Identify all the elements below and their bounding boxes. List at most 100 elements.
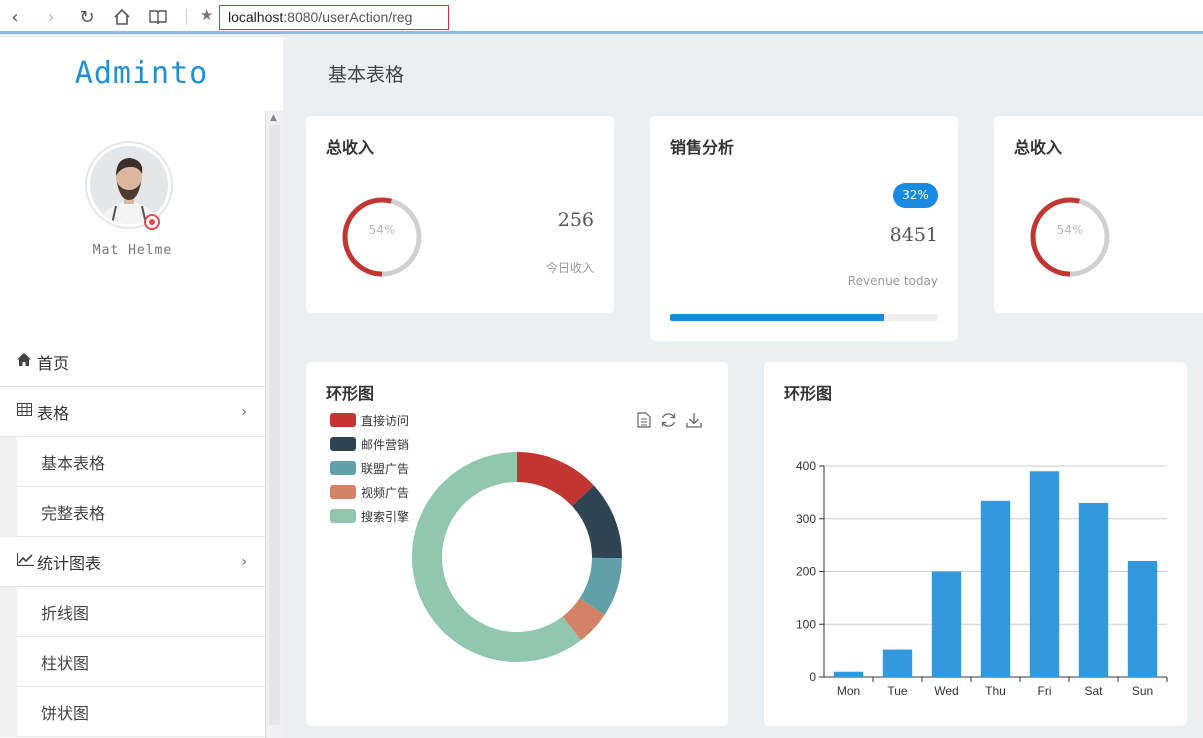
toolbar-divider — [186, 9, 187, 25]
download-icon[interactable] — [686, 412, 702, 433]
reading-view-icon[interactable] — [147, 6, 169, 28]
legend-label: 视频广告 — [361, 485, 410, 500]
ring-percent-label: 54% — [1056, 223, 1084, 237]
legend-swatch — [330, 509, 356, 523]
doughnut-chart — [412, 452, 622, 662]
avatar-image — [90, 146, 168, 224]
chart-legend: 直接访问邮件营销联盟广告视频广告搜索引擎 — [330, 408, 409, 528]
bar[interactable] — [1078, 502, 1109, 677]
bar[interactable] — [1029, 471, 1060, 677]
y-tick-label: 200 — [796, 565, 816, 579]
legend-swatch — [330, 461, 356, 475]
address-bar[interactable]: localhost:8080/userAction/reg — [219, 5, 449, 30]
sidebar-item-tables[interactable]: 表格 › — [0, 387, 265, 437]
avatar[interactable] — [85, 141, 173, 229]
x-tick-label: Wed — [934, 684, 958, 698]
income-caption: 今日收入 — [545, 261, 594, 275]
sales-progress-bar — [670, 314, 938, 321]
home-icon[interactable] — [111, 6, 133, 28]
income-progress-ring — [1030, 197, 1110, 277]
income-card-2: 总收入 54% — [994, 116, 1203, 313]
legend-label: 联盟广告 — [361, 461, 410, 476]
x-tick-label: Fri — [1038, 684, 1052, 698]
sidebar-item-label: 统计图表 — [37, 553, 102, 573]
bar[interactable] — [882, 649, 913, 677]
x-tick-label: Tue — [887, 684, 908, 698]
card-title: 总收入 — [326, 138, 375, 157]
url-path: :8080/userAction/reg — [283, 9, 413, 25]
sidebar-subitem-pie-chart[interactable]: 饼状图 — [17, 687, 265, 737]
home-icon — [17, 353, 35, 370]
legend-item[interactable]: 视频广告 — [330, 480, 409, 504]
sales-value: 8451 — [889, 224, 938, 246]
forward-icon[interactable]: › — [40, 6, 62, 28]
card-title: 总收入 — [1014, 138, 1063, 157]
sidebar-item-charts[interactable]: 统计图表 › — [0, 537, 265, 587]
favorite-star-icon[interactable]: ★ — [200, 6, 213, 24]
back-icon[interactable]: ‹ — [4, 6, 26, 28]
browser-toolbar: ‹ › ↻ ★ localhost:8080/userAction/reg — [0, 0, 1203, 34]
bar[interactable] — [931, 571, 962, 678]
table-icon — [17, 403, 35, 420]
card-title: 销售分析 — [670, 138, 735, 157]
url-host: localhost — [228, 9, 284, 25]
brand-logo[interactable]: Adminto — [0, 37, 283, 111]
sidebar-item-label: 表格 — [37, 403, 70, 423]
growth-badge: 32% — [893, 183, 938, 208]
legend-item[interactable]: 直接访问 — [330, 408, 409, 432]
refresh-icon[interactable] — [660, 412, 677, 433]
scroll-up-icon[interactable]: ▲ — [270, 113, 277, 123]
online-status-icon — [144, 214, 160, 230]
page-title: 基本表格 — [328, 64, 405, 86]
legend-label: 邮件营销 — [361, 437, 410, 452]
bar-chart: 0 100 200 300 400 Mon Tue Wed Thu Fri Sat Sun — [796, 459, 1168, 698]
legend-label: 直接访问 — [361, 413, 410, 428]
sales-caption: Revenue today — [847, 274, 938, 288]
sales-card: 销售分析 32% 8451 Revenue today — [650, 116, 958, 341]
legend-item[interactable]: 邮件营销 — [330, 432, 409, 456]
x-tick-label: Sun — [1132, 684, 1153, 698]
x-tick-label: Sat — [1084, 684, 1103, 698]
sidebar-subitem-basic-table[interactable]: 基本表格 — [17, 437, 265, 487]
line-chart-icon — [16, 553, 35, 570]
submenu-charts: 折线图 柱状图 饼状图 — [0, 587, 265, 737]
legend-swatch — [330, 485, 356, 499]
scrollbar-thumb[interactable] — [269, 125, 280, 725]
x-tick-label: Mon — [837, 684, 860, 698]
sidebar-item-label: 首页 — [37, 353, 70, 373]
bar-chart-card: 环形图 0 100 200 300 400 Mon Tue Wed Thu Fri Sat Sun — [764, 362, 1187, 726]
income-card: 总收入 54% 256 今日收入 — [306, 116, 614, 313]
sidebar-menu: 首页 表格 › 基本表格 完整表格 统计图表 › 折线图 柱状图 饼状图 — [0, 337, 265, 737]
sidebar-scroll-area: Mat Helme 首页 表格 › 基本表格 完整表格 统计图表 › 折线图 柱… — [0, 111, 283, 738]
bar[interactable] — [1127, 560, 1158, 677]
sidebar-subitem-full-table[interactable]: 完整表格 — [17, 487, 265, 537]
legend-label: 搜索引擎 — [361, 509, 410, 524]
y-tick-label: 100 — [796, 617, 816, 631]
sidebar-item-home[interactable]: 首页 — [0, 337, 265, 387]
y-tick-label: 0 — [809, 670, 816, 684]
bar[interactable] — [833, 671, 864, 677]
progress-fill — [670, 314, 885, 321]
chevron-right-icon: › — [241, 554, 247, 570]
bar[interactable] — [980, 500, 1011, 677]
data-view-icon[interactable] — [637, 412, 651, 433]
legend-swatch — [330, 437, 356, 451]
sidebar: Adminto Mat Helme 首页 表格 › 基本表格 完整表格 统计图表… — [0, 37, 283, 738]
y-tick-label: 400 — [796, 459, 816, 473]
chevron-right-icon: › — [241, 404, 247, 420]
legend-item[interactable]: 搜索引擎 — [330, 504, 409, 528]
sidebar-subitem-bar-chart[interactable]: 柱状图 — [17, 637, 265, 687]
legend-item[interactable]: 联盟广告 — [330, 456, 409, 480]
card-title: 环形图 — [326, 384, 375, 403]
sidebar-content: Mat Helme 首页 表格 › 基本表格 完整表格 统计图表 › 折线图 柱… — [0, 111, 265, 738]
reload-icon[interactable]: ↻ — [76, 6, 98, 28]
sidebar-subitem-line-chart[interactable]: 折线图 — [17, 587, 265, 637]
income-progress-ring — [342, 197, 422, 277]
ring-percent-label: 54% — [368, 223, 396, 237]
legend-swatch — [330, 413, 356, 427]
income-value: 256 — [557, 209, 594, 231]
submenu-tables: 基本表格 完整表格 — [0, 437, 265, 537]
doughnut-chart-card: 环形图 直接访问邮件营销联盟广告视频广告搜索引擎 — [306, 362, 728, 726]
sidebar-scrollbar[interactable]: ▲ — [265, 111, 283, 738]
y-tick-label: 300 — [796, 512, 816, 526]
